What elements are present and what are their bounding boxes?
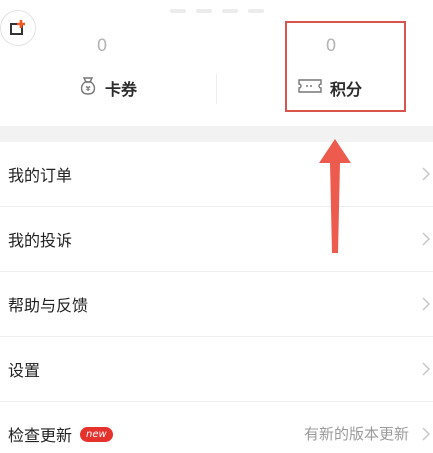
menu-item-settings[interactable]: 设置 bbox=[0, 337, 433, 402]
coupon-stat[interactable]: 0 ¥ 卡券 bbox=[0, 30, 216, 126]
coupon-bag-icon: ¥ bbox=[79, 76, 97, 100]
chevron-right-icon bbox=[421, 229, 431, 249]
chevron-right-icon bbox=[421, 424, 431, 444]
coupon-label: 卡券 bbox=[104, 80, 137, 99]
annotation-arrow bbox=[319, 139, 351, 253]
coupon-count: 0 bbox=[96, 36, 108, 56]
chevron-right-icon bbox=[421, 359, 431, 379]
new-badge: new bbox=[80, 426, 113, 442]
menu-item-label: 设置 bbox=[8, 361, 41, 380]
menu-item-my-complaints[interactable]: 我的投诉 bbox=[0, 207, 433, 272]
menu-item-check-update[interactable]: 检查更新 new 有新的版本更新 bbox=[0, 402, 433, 453]
menu-item-label: 我的投诉 bbox=[8, 231, 73, 250]
top-faint-strip bbox=[0, 0, 433, 22]
chevron-right-icon bbox=[421, 164, 431, 184]
menu-item-help-feedback[interactable]: 帮助与反馈 bbox=[0, 272, 433, 337]
menu-list: 我的订单 我的投诉 帮助与反馈 设置 检查更新 new 有新的版本更新 bbox=[0, 142, 433, 453]
chevron-right-icon bbox=[421, 294, 431, 314]
menu-item-label: 帮助与反馈 bbox=[8, 296, 89, 315]
section-gap bbox=[0, 126, 433, 142]
menu-item-label: 我的订单 bbox=[8, 166, 73, 185]
highlight-box bbox=[285, 21, 406, 112]
account-page: 0 ¥ 卡券 0 积分 我的订单 我的投诉 帮助与反馈 设置 检查更新 new … bbox=[0, 0, 433, 453]
svg-text:¥: ¥ bbox=[86, 85, 91, 93]
menu-item-my-orders[interactable]: 我的订单 bbox=[0, 142, 433, 207]
menu-item-label: 检查更新 bbox=[8, 426, 73, 445]
update-status-text: 有新的版本更新 bbox=[303, 425, 409, 443]
